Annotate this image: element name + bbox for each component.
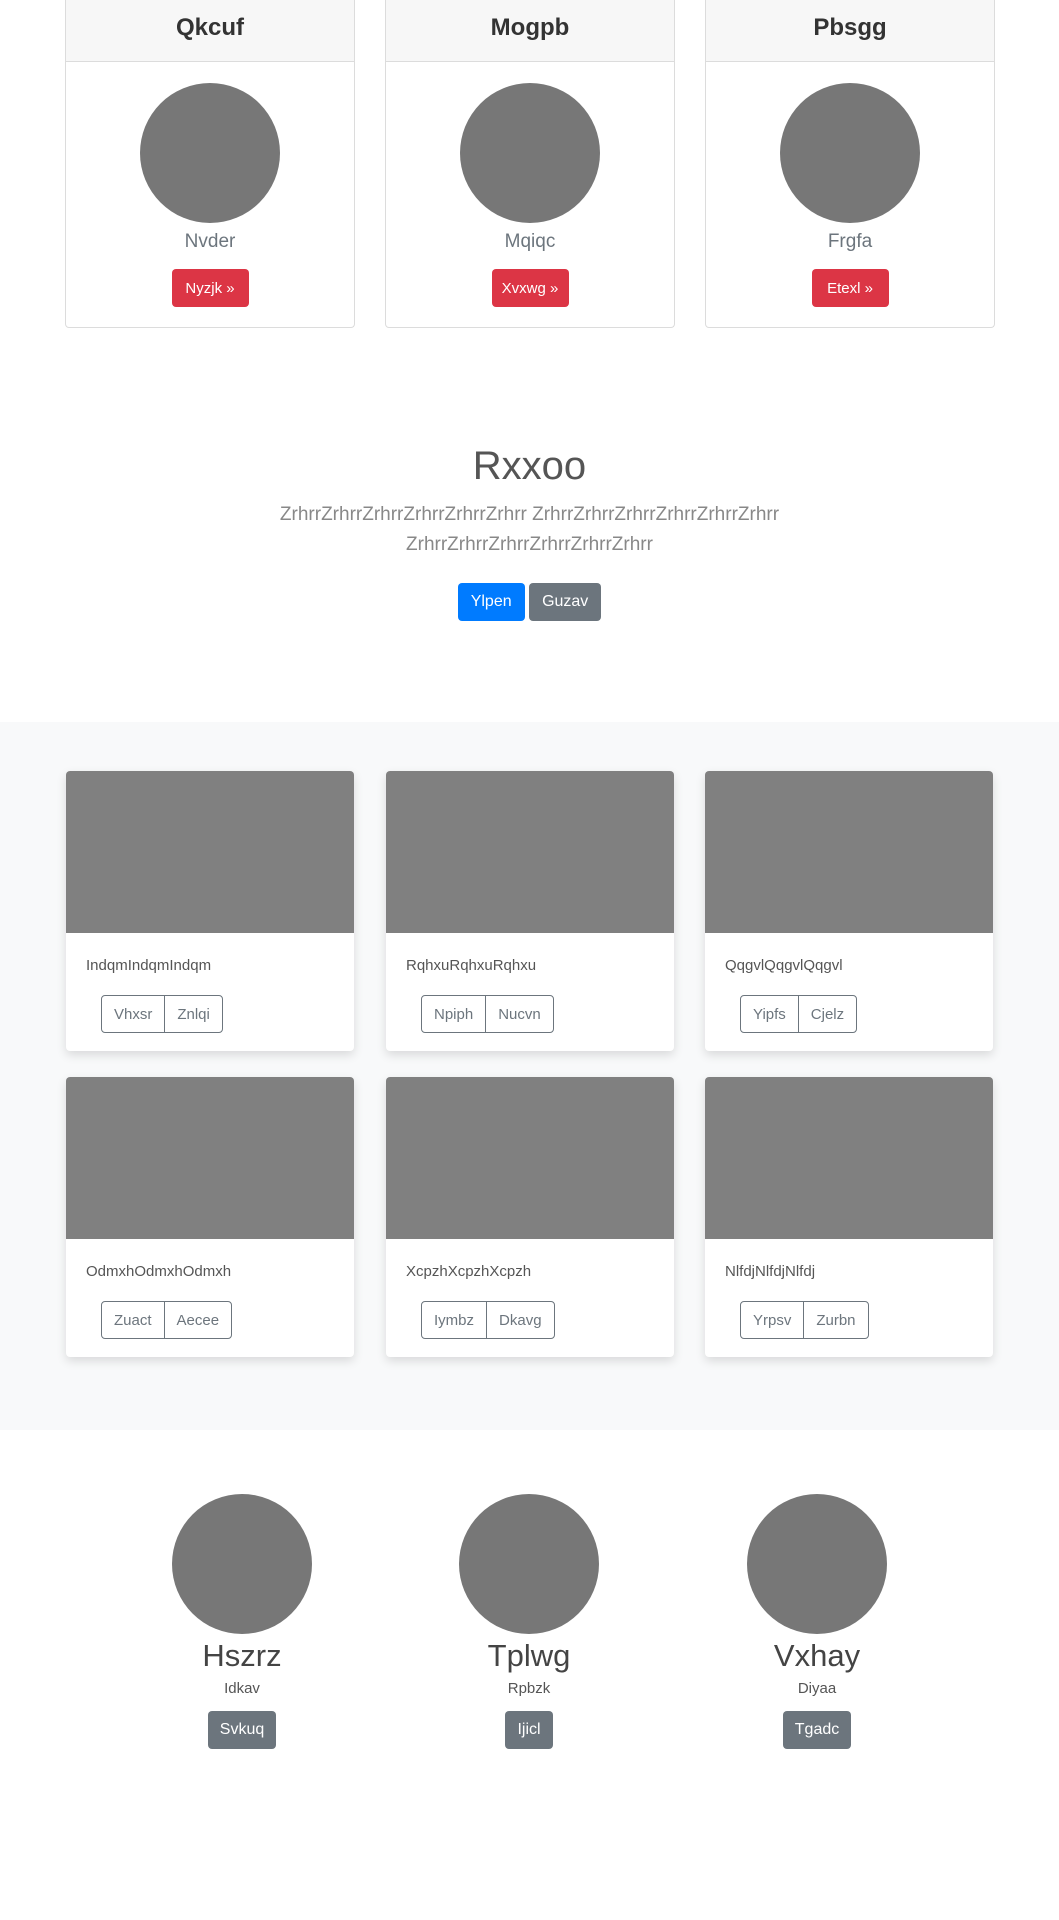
- card-subtitle: Nvder: [184, 231, 236, 252]
- thumbnail-image: [386, 771, 674, 933]
- avatar-image: [460, 83, 600, 223]
- member-role: Rpbzk: [507, 1680, 551, 1697]
- jumbotron-lead: ZrhrrZrhrrZrhrrZrhrrZrhrrZrhrr ZrhrrZrhr…: [279, 504, 780, 555]
- card-action-button[interactable]: Etexl »: [811, 269, 889, 307]
- edit-button[interactable]: Aecee: [163, 1302, 232, 1338]
- album-card: OdmxhOdmxhOdmxh Zuact Aecee: [66, 1077, 354, 1357]
- top-card: Pbsgg Frgfa Etexl »: [705, 0, 995, 328]
- card-title: Pbsgg: [813, 14, 887, 41]
- edit-button[interactable]: Zurbn: [803, 1302, 867, 1338]
- thumbnail-image: [66, 771, 354, 933]
- card-text: RqhxuRqhxuRqhxu: [406, 957, 537, 974]
- card-text: IndqmIndqmIndqm: [86, 957, 212, 974]
- card-text: XcpzhXcpzhXcpzh: [406, 1263, 532, 1280]
- view-button[interactable]: Npiph: [422, 996, 485, 1032]
- card-header: Pbsgg: [706, 0, 994, 62]
- member-name: Tplwg: [487, 1638, 571, 1673]
- top-card-deck: Qkcuf Nvder Nyzjk » Mogpb Mqiqc Xvxwg » …: [65, 0, 995, 328]
- card-text: QqgvlQqgvlQqgvl: [725, 957, 843, 974]
- button-group: Npiph Nucvn: [421, 995, 554, 1033]
- thumbnail-image: [705, 1077, 993, 1239]
- jumbotron-buttons: Ylpen Guzav: [0, 583, 1059, 621]
- card-text: NlfdjNlfdjNlfdj: [725, 1263, 816, 1280]
- edit-button[interactable]: Nucvn: [485, 996, 553, 1032]
- album-card: RqhxuRqhxuRqhxu Npiph Nucvn: [386, 771, 674, 1051]
- thumbnail-image: [66, 1077, 354, 1239]
- view-button[interactable]: Vhxsr: [102, 996, 164, 1032]
- member-button[interactable]: Ijicl: [505, 1711, 553, 1749]
- jumbotron: Rxxoo ZrhrrZrhrrZrhrrZrhrrZrhrrZrhrr Zrh…: [0, 440, 1059, 621]
- view-button[interactable]: Yipfs: [741, 996, 798, 1032]
- top-card: Qkcuf Nvder Nyzjk »: [65, 0, 355, 328]
- card-header: Mogpb: [386, 0, 674, 62]
- avatar-image: [747, 1494, 887, 1634]
- avatar-image: [459, 1494, 599, 1634]
- view-button[interactable]: Yrpsv: [741, 1302, 803, 1338]
- album-card: QqgvlQqgvlQqgvl Yipfs Cjelz: [705, 771, 993, 1051]
- team-member: Tplwg Rpbzk Ijicl: [429, 1494, 629, 1749]
- member-button[interactable]: Svkuq: [207, 1711, 277, 1749]
- button-group: Zuact Aecee: [101, 1301, 233, 1339]
- avatar-image: [172, 1494, 312, 1634]
- card-action-button[interactable]: Nyzjk »: [171, 269, 249, 307]
- secondary-button[interactable]: Guzav: [529, 583, 602, 621]
- member-role: Idkav: [224, 1680, 260, 1697]
- card-title: Qkcuf: [175, 14, 244, 41]
- team-member: Hszrz Idkav Svkuq: [142, 1494, 342, 1749]
- card-title: Mogpb: [490, 14, 570, 41]
- thumbnail-image: [705, 771, 993, 933]
- album-card: IndqmIndqmIndqm Vhxsr Znlqi: [66, 771, 354, 1051]
- thumbnail-image: [386, 1077, 674, 1239]
- album-section: IndqmIndqmIndqm Vhxsr Znlqi RqhxuRqhxuRq…: [0, 722, 1059, 1430]
- view-button[interactable]: Iymbz: [422, 1302, 486, 1338]
- card-header: Qkcuf: [66, 0, 354, 62]
- top-card: Mogpb Mqiqc Xvxwg »: [385, 0, 675, 328]
- avatar-image: [140, 83, 280, 223]
- team-section: Hszrz Idkav Svkuq Tplwg Rpbzk Ijicl Vxha…: [0, 1494, 1059, 1794]
- album-card: XcpzhXcpzhXcpzh Iymbz Dkavg: [386, 1077, 674, 1357]
- edit-button[interactable]: Dkavg: [486, 1302, 554, 1338]
- edit-button[interactable]: Cjelz: [797, 996, 856, 1032]
- member-button[interactable]: Tgadc: [782, 1711, 852, 1749]
- button-group: Vhxsr Znlqi: [101, 995, 223, 1033]
- member-name: Vxhay: [773, 1638, 861, 1673]
- jumbotron-heading: Rxxoo: [472, 444, 587, 488]
- card-subtitle: Mqiqc: [504, 231, 556, 252]
- button-group: Yipfs Cjelz: [740, 995, 858, 1033]
- team-member: Vxhay Diyaa Tgadc: [717, 1494, 917, 1749]
- view-button[interactable]: Zuact: [102, 1302, 164, 1338]
- edit-button[interactable]: Znlqi: [164, 996, 222, 1032]
- member-role: Diyaa: [797, 1680, 837, 1697]
- button-group: Yrpsv Zurbn: [740, 1301, 869, 1339]
- card-subtitle: Frgfa: [827, 231, 873, 252]
- card-action-button[interactable]: Xvxwg »: [491, 269, 569, 307]
- button-group: Iymbz Dkavg: [421, 1301, 555, 1339]
- card-text: OdmxhOdmxhOdmxh: [86, 1263, 232, 1280]
- primary-button[interactable]: Ylpen: [457, 583, 525, 621]
- avatar-image: [780, 83, 920, 223]
- album-card: NlfdjNlfdjNlfdj Yrpsv Zurbn: [705, 1077, 993, 1357]
- member-name: Hszrz: [202, 1638, 282, 1673]
